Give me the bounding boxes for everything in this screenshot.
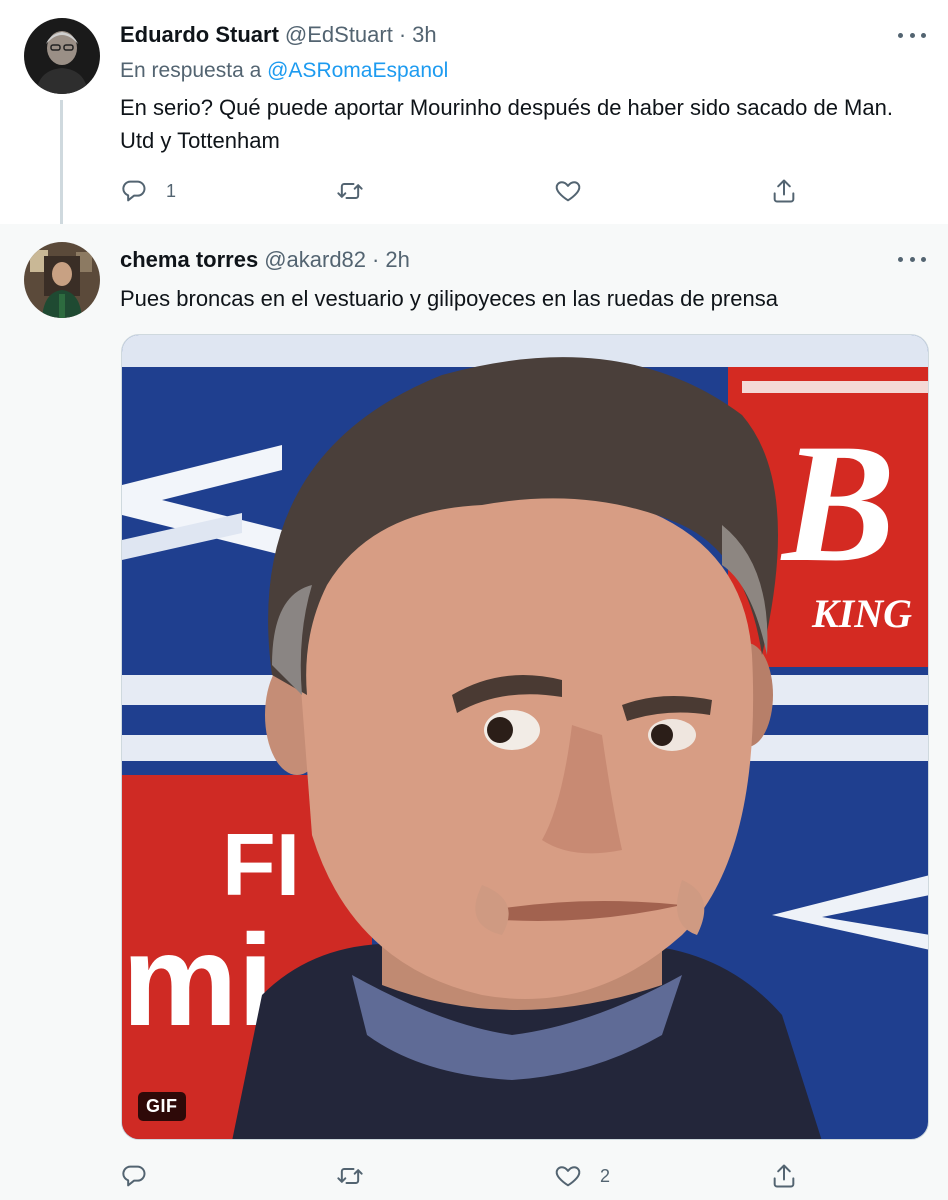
reply-mention-link[interactable]: @ASRomaEspanol [267, 59, 448, 82]
heart-icon [555, 181, 581, 202]
tweet-header: chema torres @akard82 · 2h [120, 245, 410, 275]
banner-letters-fi: FI [222, 815, 300, 914]
tweet-actions: 2 [120, 1159, 810, 1193]
heart-icon [555, 1166, 581, 1187]
gif-media[interactable]: B KING FI mi GIF [121, 334, 929, 1140]
share-icon [773, 179, 795, 203]
separator-dot: · [372, 247, 380, 272]
gif-frame: B KING FI mi [122, 335, 928, 1139]
reply-count: 1 [166, 180, 177, 201]
gif-badge: GIF [138, 1092, 186, 1121]
thread-line [60, 100, 63, 236]
tweet-eduardo-stuart[interactable]: Eduardo Stuart @EdStuart · 3h En respues… [0, 0, 948, 236]
separator-dot: · [398, 22, 407, 47]
retweet-button[interactable] [336, 174, 382, 208]
banner-letters-mi: mi [122, 907, 274, 1053]
timestamp[interactable]: 2h [385, 247, 409, 273]
share-button[interactable] [770, 174, 798, 208]
avatar-eduardo-stuart[interactable] [24, 18, 100, 94]
more-options-icon[interactable] [898, 252, 926, 266]
reply-button[interactable]: 1 [120, 174, 176, 208]
reply-context: En respuesta a @ASRomaEspanol [120, 59, 448, 83]
retweet-button[interactable] [336, 1159, 382, 1193]
retweet-icon [337, 183, 363, 199]
tweet-text: En serio? Qué puede aportar Mourinho des… [120, 95, 893, 153]
tweet-header: Eduardo Stuart @EdStuart · 3h [120, 20, 437, 50]
like-button[interactable] [554, 174, 600, 208]
tweet-chema-torres[interactable]: chema torres @akard82 · 2h Pues broncas … [0, 224, 948, 1200]
banner-letter-b: B [780, 409, 895, 597]
tweet-text: Pues broncas en el vestuario y gilipoyec… [120, 286, 778, 311]
like-button[interactable]: 2 [554, 1159, 610, 1193]
more-options-icon[interactable] [898, 28, 926, 42]
banner-word-king: KING [811, 591, 912, 636]
reply-icon [122, 1165, 146, 1187]
retweet-icon [337, 1168, 363, 1184]
reply-prefix: En respuesta a [120, 59, 262, 82]
timestamp[interactable]: 3h [412, 22, 436, 48]
user-handle[interactable]: @akard82 [264, 247, 366, 273]
reply-icon [122, 180, 146, 202]
like-count: 2 [600, 1165, 611, 1186]
tweet-actions: 1 [120, 174, 810, 208]
display-name[interactable]: Eduardo Stuart [120, 22, 279, 48]
share-button[interactable] [770, 1159, 798, 1193]
display-name[interactable]: chema torres [120, 247, 258, 273]
reply-button[interactable] [120, 1159, 166, 1193]
user-handle[interactable]: @EdStuart [285, 22, 393, 48]
share-icon [773, 1164, 795, 1188]
avatar-chema-torres[interactable] [24, 242, 100, 318]
